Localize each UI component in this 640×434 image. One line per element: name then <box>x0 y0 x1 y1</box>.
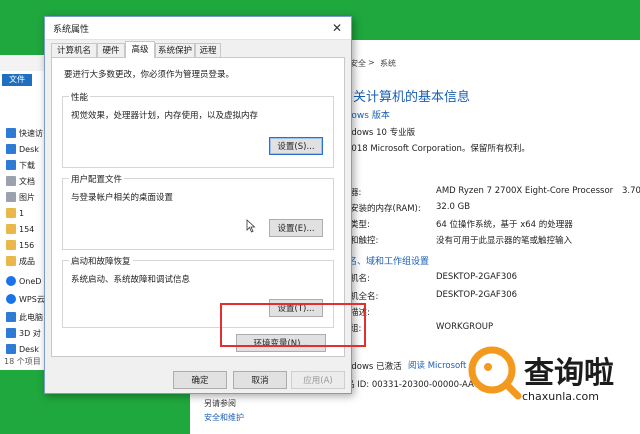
name-value: DESKTOP-2GAF306 <box>436 290 518 300</box>
folder-icon <box>6 224 16 234</box>
tab-hardware[interactable]: 硬件 <box>97 43 125 57</box>
cube-icon <box>6 328 16 338</box>
watermark: 查询啦 chaxunla.com <box>466 340 636 410</box>
magnifier-logo-icon <box>468 346 522 400</box>
system-heading: 有关计算机的基本信息 <box>340 90 471 105</box>
group-description: 视觉效果，处理器计划，内存使用，以及虚拟内存 <box>71 111 259 121</box>
computer-name-section: 名、域和工作组设置 <box>348 257 430 267</box>
nav-item-quick-access[interactable]: 快速访 <box>6 126 43 140</box>
nav-item-folder[interactable]: 1 <box>6 206 24 220</box>
folder-icon <box>6 240 16 250</box>
nav-item-label: 3D 对 <box>19 328 41 338</box>
nav-item-label: 下载 <box>19 160 35 170</box>
nav-item-this-pc[interactable]: 此电脑 <box>6 310 43 324</box>
edition-value: ndows 10 专业版 <box>346 128 416 138</box>
nav-item-label: OneD <box>19 276 42 286</box>
nav-item-label: 154 <box>19 224 35 234</box>
folder-icon <box>6 256 16 266</box>
item-count: 18 个项目 <box>4 357 41 366</box>
performance-settings-button[interactable]: 设置(S)... <box>269 137 323 155</box>
tab-advanced[interactable]: 高级 <box>125 41 155 58</box>
nav-item-label: Desk <box>19 344 39 354</box>
cancel-button[interactable]: 取消 <box>233 371 287 389</box>
tab-remote[interactable]: 远程 <box>195 43 221 57</box>
folder-icon <box>6 208 16 218</box>
nav-item-label: 此电脑 <box>19 312 43 322</box>
nav-item-folder[interactable]: 成品 <box>6 254 35 268</box>
file-tab[interactable]: 文件 <box>2 74 32 86</box>
spec-value: 64 位操作系统，基于 x64 的处理器 <box>436 220 573 230</box>
nav-item-3d-objects[interactable]: 3D 对 <box>6 326 41 340</box>
user-profiles-group: 用户配置文件 与登录帐户相关的桌面设置 设置(E)... <box>62 173 334 250</box>
spec-label: 类型: <box>350 220 370 230</box>
name-value: WORKGROUP <box>436 322 494 332</box>
see-also-label: 另请参阅 <box>204 399 236 408</box>
nav-item-desktop[interactable]: Desk <box>6 342 39 356</box>
group-description: 与登录帐户相关的桌面设置 <box>71 193 174 203</box>
star-icon <box>6 128 16 138</box>
breadcrumb-page[interactable]: 系统 <box>380 58 396 69</box>
nav-item-folder[interactable]: 154 <box>6 222 34 236</box>
group-title: 性能 <box>69 91 91 103</box>
tab-computer-name[interactable]: 计算机名 <box>51 43 97 57</box>
spec-extra: 3.70 <box>622 186 640 196</box>
nav-item-label: 1 <box>19 208 25 218</box>
watermark-domain: chaxunla.com <box>522 390 599 403</box>
nav-item-label: 图片 <box>19 192 35 202</box>
nav-item-desktop[interactable]: Desk <box>6 142 39 156</box>
cloud-icon <box>6 276 16 286</box>
nav-item-label: Desk <box>19 144 39 154</box>
group-title: 用户配置文件 <box>69 173 125 185</box>
spec-value: AMD Ryzen 7 2700X Eight-Core Processor <box>436 186 614 196</box>
folder-icon <box>6 344 16 354</box>
copyright-text: 2018 Microsoft Corporation。保留所有权利。 <box>346 144 530 154</box>
nav-item-onedrive[interactable]: OneD <box>6 274 41 288</box>
watermark-brand: 查询啦 <box>524 356 614 391</box>
cloud-icon <box>6 294 16 304</box>
product-id: 品 ID: 00331-20300-00000-AA4 <box>346 380 480 390</box>
activation-status: ndows 已激活 <box>346 362 402 372</box>
nav-item-wps-cloud[interactable]: WPS云 <box>6 292 45 306</box>
nav-item-pictures[interactable]: 图片 <box>6 190 35 204</box>
group-title: 启动和故障恢复 <box>69 255 133 267</box>
activation-link[interactable]: 阅读 Microsoft <box>408 359 466 371</box>
security-link[interactable]: 安全和维护 <box>204 412 244 423</box>
spec-label: 安装的内存(RAM): <box>350 204 421 214</box>
ok-button[interactable]: 确定 <box>173 371 227 389</box>
highlight-box <box>220 303 366 347</box>
apply-button[interactable]: 应用(A) <box>291 371 345 389</box>
group-description: 系统启动、系统故障和调试信息 <box>71 275 191 285</box>
user-profiles-settings-button[interactable]: 设置(E)... <box>269 219 323 237</box>
close-icon[interactable]: ✕ <box>329 20 345 36</box>
computer-icon <box>6 312 16 322</box>
spec-label: 和触控: <box>350 236 379 246</box>
name-label: 机全名: <box>350 292 379 302</box>
nav-item-label: WPS云 <box>19 294 45 304</box>
nav-item-documents[interactable]: 文档 <box>6 174 35 188</box>
name-value: DESKTOP-2GAF306 <box>436 272 518 282</box>
nav-item-label: 文档 <box>19 176 35 186</box>
dialog-titlebar: 系统属性 ✕ <box>45 17 351 40</box>
admin-notice: 要进行大多数更改，你必须作为管理员登录。 <box>64 70 235 80</box>
tab-system-protection[interactable]: 系统保护 <box>155 43 195 57</box>
spec-value: 32.0 GB <box>436 202 471 212</box>
performance-group: 性能 视觉效果，处理器计划，内存使用，以及虚拟内存 设置(S)... <box>62 91 334 168</box>
nav-item-label: 成品 <box>19 256 35 266</box>
download-icon <box>6 160 16 170</box>
nav-item-folder[interactable]: 156 <box>6 238 34 252</box>
breadcrumb-left[interactable]: 安全 <box>350 58 366 69</box>
breadcrumb-separator: > <box>368 58 375 67</box>
nav-item-downloads[interactable]: 下载 <box>6 158 35 172</box>
nav-item-label: 156 <box>19 240 35 250</box>
picture-icon <box>6 192 16 202</box>
spec-value: 没有可用于此显示器的笔或触控输入 <box>436 236 573 246</box>
document-icon <box>6 176 16 186</box>
name-label: 机名: <box>350 274 370 284</box>
nav-item-label: 快速访 <box>19 128 43 138</box>
folder-icon <box>6 144 16 154</box>
mouse-cursor-icon <box>246 219 256 233</box>
dialog-title: 系统属性 <box>53 25 90 35</box>
